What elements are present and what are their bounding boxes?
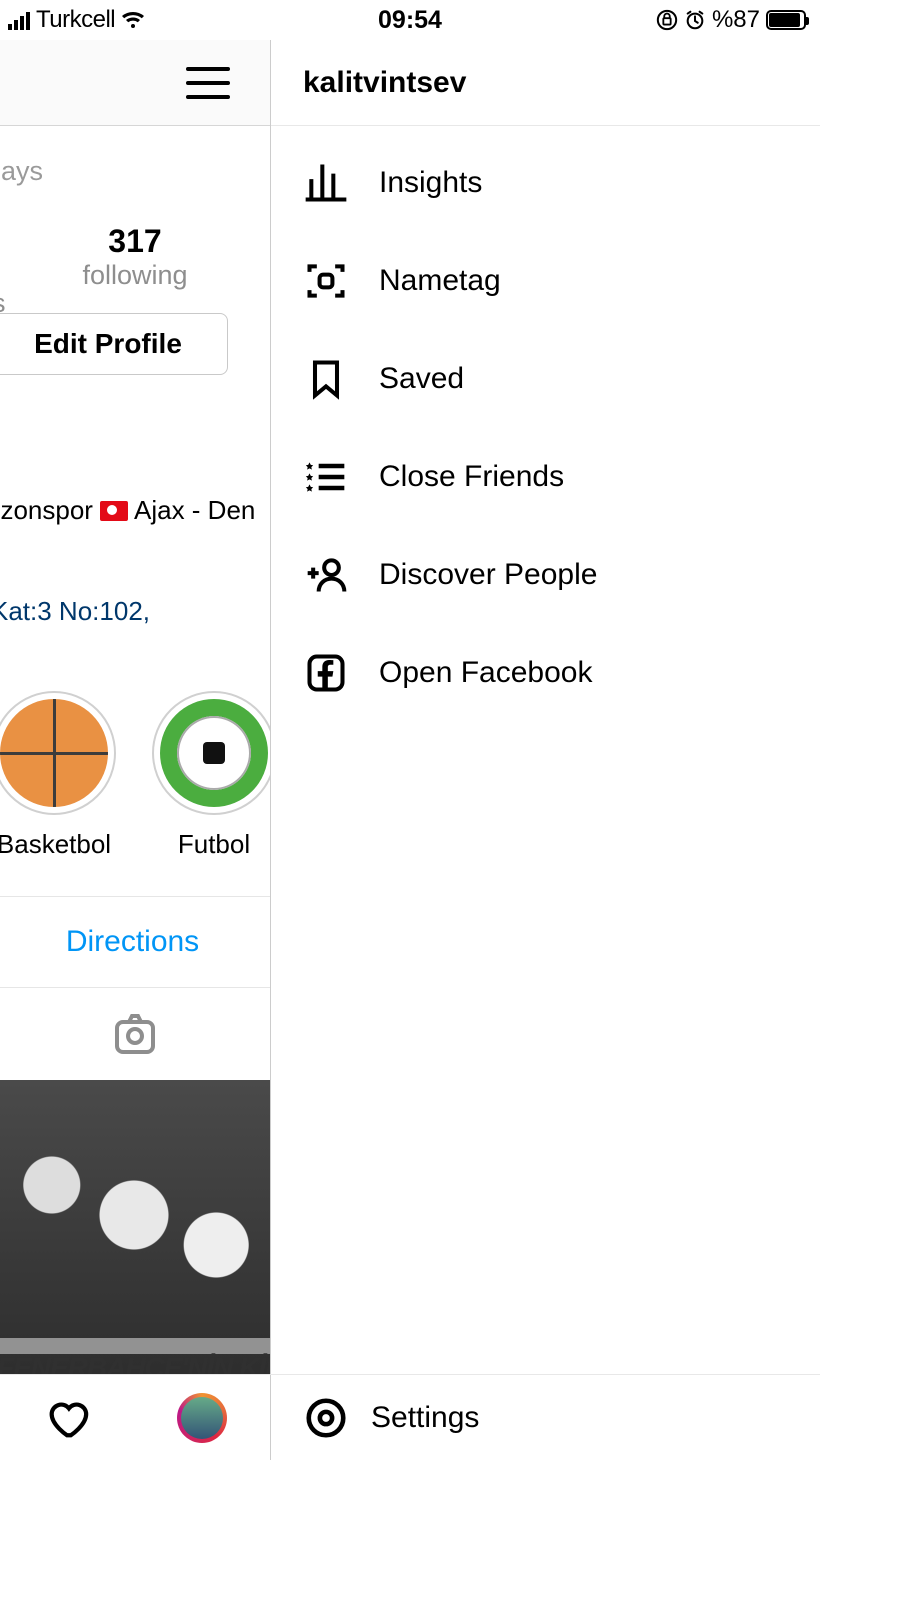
post-headline: FENERBAHCE'NİN KİM (0, 1352, 271, 1374)
menu-insights[interactable]: Insights (271, 134, 820, 232)
profile-topbar (0, 40, 270, 126)
menu-label: Nametag (379, 264, 501, 298)
side-drawer: kalitvintsev Insights Nametag Saved (271, 40, 820, 1374)
discover-people-icon (303, 552, 349, 598)
activity-icon[interactable] (44, 1395, 90, 1441)
days-text: days (0, 126, 270, 217)
flag-icon (100, 501, 128, 521)
football-icon (160, 699, 268, 807)
carrier-label: Turkcell (36, 6, 115, 34)
tagged-tab-icon[interactable] (0, 988, 270, 1080)
address-link[interactable]: Kat:3 No:102, (0, 596, 270, 627)
story-highlights: Basketbol Futbol (0, 691, 270, 860)
drawer-username: kalitvintsev (271, 40, 820, 126)
edit-profile-button[interactable]: Edit Profile (0, 313, 228, 375)
status-bar: Turkcell 09:54 %87 (0, 0, 820, 40)
basketball-icon (0, 699, 108, 807)
followers-cut: s (0, 288, 6, 319)
menu-label: Open Facebook (379, 656, 592, 690)
battery-icon (766, 10, 806, 30)
bottom-bar: Settings (0, 1374, 820, 1460)
settings-icon (303, 1395, 349, 1441)
clock: 09:54 (378, 6, 442, 35)
highlight-basketbol[interactable]: Basketbol (0, 691, 116, 860)
alarm-icon (684, 9, 706, 31)
directions-button[interactable]: Directions (0, 896, 270, 988)
settings-label: Settings (371, 1401, 479, 1435)
menu-close-friends[interactable]: Close Friends (271, 428, 820, 526)
following-label: following (0, 260, 270, 291)
bio-text: bzonspor Ajax - Den (0, 495, 270, 526)
menu-discover-people[interactable]: Discover People (271, 526, 820, 624)
highlight-label: Futbol (178, 829, 250, 860)
highlight-futbol[interactable]: Futbol (152, 691, 271, 860)
signal-icon (8, 10, 30, 30)
bookmark-icon (303, 356, 349, 402)
post-thumbnail[interactable]: FENERBAHCE'NİN KİM (0, 1080, 271, 1374)
menu-label: Insights (379, 166, 482, 200)
bio-fragment-1: bzonspor (0, 495, 93, 525)
following-stat[interactable]: 317 following (0, 223, 270, 291)
following-count: 317 (0, 223, 270, 260)
menu-saved[interactable]: Saved (271, 330, 820, 428)
menu-label: Discover People (379, 558, 597, 592)
highlight-label: Basketbol (0, 829, 111, 860)
facebook-icon (303, 650, 349, 696)
bio-fragment-2: Ajax - Den (134, 495, 255, 525)
menu-settings[interactable]: Settings (271, 1395, 820, 1441)
insights-icon (303, 160, 349, 206)
orientation-lock-icon (656, 9, 678, 31)
profile-tab-avatar[interactable] (177, 1393, 227, 1443)
wifi-icon (121, 10, 145, 30)
close-friends-icon (303, 454, 349, 500)
menu-nametag[interactable]: Nametag (271, 232, 820, 330)
drawer-menu: Insights Nametag Saved (271, 126, 820, 1374)
menu-label: Saved (379, 362, 464, 396)
menu-label: Close Friends (379, 460, 564, 494)
battery-percent: %87 (712, 6, 760, 34)
nametag-icon (303, 258, 349, 304)
menu-icon[interactable] (186, 67, 230, 99)
menu-open-facebook[interactable]: Open Facebook (271, 624, 820, 722)
profile-underlay: days s 317 following Edit Profile bzonsp… (0, 40, 271, 1374)
